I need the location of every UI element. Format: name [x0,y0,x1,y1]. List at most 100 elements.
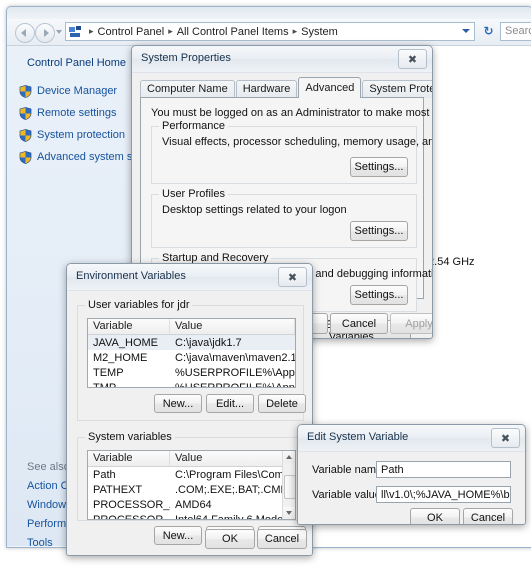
refresh-icon[interactable]: ↻ [481,24,496,39]
breadcrumb-separator-1: ▸ [168,26,173,36]
user-variables-new-button[interactable]: New... [154,394,202,413]
cell-value: AMD64 [175,498,212,511]
table-row[interactable]: JAVA_HOME C:\java\jdk1.7 [88,335,295,350]
table-row[interactable]: M2_HOME C:\java\maven\maven2.1 [88,350,295,365]
cell-value: Intel64 Family 6 Model 23 Stepping 6, ..… [175,513,283,520]
performance-group: Performance Visual effects, processor sc… [151,120,432,184]
cell-variable: Path [93,468,116,481]
search-input[interactable]: Searc [500,22,531,41]
breadcrumb-dropdown-icon[interactable] [462,29,470,33]
user-variables-delete-button[interactable]: Delete [258,394,306,413]
shield-icon [19,150,32,164]
breadcrumb[interactable]: ▸ Control Panel ▸ All Control Panel Item… [65,22,475,41]
shield-icon [19,84,32,98]
cell-variable: TEMP [93,366,124,379]
edit-system-variable-titlebar[interactable]: Edit System Variable ✖ [298,425,525,452]
system-properties-cancel-button[interactable]: Cancel [330,313,388,334]
environment-variables-body: User variables for jdr Variable Value JA… [67,291,312,555]
screen: ▸ Control Panel ▸ All Control Panel Item… [0,0,531,570]
scroll-up-icon[interactable] [283,451,295,463]
cell-variable: M2_HOME [93,351,148,364]
close-icon[interactable]: ✖ [398,49,427,69]
system-properties-titlebar[interactable]: System Properties ✖ [132,46,432,73]
cell-variable: TMP [93,381,117,388]
sidebar-list: Device Manager Remote settings System pr… [19,82,165,170]
cell-value: C:\java\jdk1.7 [175,336,242,349]
variable-name-input[interactable]: Path [376,461,511,478]
cell-value: .COM;.EXE;.BAT;.CMD;.VBS;.VBE;.JS;.... [175,483,283,496]
edit-system-variable-ok-button[interactable]: OK [410,508,460,524]
table-row[interactable]: PROCESSOR_ID... Intel64 Family 6 Model 2… [88,512,295,520]
performance-description: Visual effects, processor scheduling, me… [162,136,432,148]
system-variables-new-button[interactable]: New... [154,526,202,545]
system-variables-legend: System variables [85,431,175,443]
column-header-value: Value [170,451,283,466]
sidebar-title: Control Panel Home [27,57,127,69]
tab-system-protection[interactable]: System Protection [362,80,432,98]
sidebar-item-device-manager[interactable]: Device Manager [19,82,147,100]
close-icon[interactable]: ✖ [491,428,520,448]
cell-variable: JAVA_HOME [93,336,158,349]
system-variables-scrollbar[interactable] [282,451,295,519]
column-header-value: Value [170,319,295,334]
table-row[interactable]: TMP %USERPROFILE%\AppData\Local\Temp [88,380,295,388]
user-profiles-description: Desktop settings related to your logon [162,204,347,216]
performance-settings-button[interactable]: Settings... [350,157,408,177]
forward-arrow-icon [44,29,49,37]
edit-system-variable-dialog: Edit System Variable ✖ Variable name: Pa… [297,424,526,525]
tab-hardware[interactable]: Hardware [235,80,298,98]
column-header-variable: Variable [88,451,170,466]
cell-value: %USERPROFILE%\AppData\Local\Temp [175,381,295,388]
cell-variable: PROCESSOR_AR... [93,498,170,511]
system-properties-title: System Properties [141,52,231,64]
address-bar: ▸ Control Panel ▸ All Control Panel Item… [7,19,531,46]
table-row[interactable]: Path C:\Program Files\Common Files\Micro… [88,467,295,482]
environment-variables-cancel-button[interactable]: Cancel [257,529,307,549]
edit-system-variable-cancel-button[interactable]: Cancel [463,508,513,524]
user-variables-group: User variables for jdr Variable Value JA… [77,299,306,421]
scroll-down-icon[interactable] [283,507,295,519]
scrollbar-thumb[interactable] [284,475,295,499]
system-variables-list[interactable]: Variable Value Path C:\Program Files\Com… [87,450,296,520]
sidebar-item-label: System protection [37,129,126,141]
user-profiles-legend: User Profiles [159,188,228,200]
system-variables-header: Variable Value [88,451,295,467]
startup-recovery-settings-button[interactable]: Settings... [350,285,408,305]
breadcrumb-separator-2: ▸ [292,26,298,36]
user-variables-list[interactable]: Variable Value JAVA_HOME C:\java\jdk1.7 … [87,318,296,388]
shield-icon [19,106,32,120]
variable-value-input[interactable]: ll\v1.0\;%JAVA_HOME%\bin;C:\java\svn\t [376,486,511,503]
sidebar-item-advanced-system-settings[interactable]: Advanced system settings [19,148,165,166]
shield-icon [19,128,32,142]
forward-button[interactable] [35,23,55,43]
system-properties-apply-button[interactable]: Apply [390,313,432,334]
table-row[interactable]: PATHEXT .COM;.EXE;.BAT;.CMD;.VBS;.VBE;.J… [88,482,295,497]
recent-pages-chevron-icon[interactable] [56,30,62,34]
column-header-variable: Variable [88,319,170,334]
sidebar-item-system-protection[interactable]: System protection [19,126,147,144]
breadcrumb-item-all-items[interactable]: All Control Panel Items [177,26,289,38]
close-icon[interactable]: ✖ [278,267,307,287]
breadcrumb-item-system[interactable]: System [301,26,338,38]
tab-computer-name[interactable]: Computer Name [140,80,235,98]
sidebar-item-remote-settings[interactable]: Remote settings [19,104,147,122]
variable-name-label: Variable name: [312,464,386,476]
user-profiles-group: User Profiles Desktop settings related t… [151,188,417,248]
tab-advanced[interactable]: Advanced [298,77,362,98]
system-properties-tabs: Computer Name Hardware Advanced System P… [140,77,432,98]
sidebar-item-label: Remote settings [37,107,117,119]
user-variables-edit-button[interactable]: Edit... [206,394,254,413]
user-variables-legend: User variables for jdr [85,299,193,311]
user-profiles-settings-button[interactable]: Settings... [350,221,408,241]
cell-value: C:\java\maven\maven2.1 [175,351,295,364]
breadcrumb-item-control-panel[interactable]: Control Panel [98,26,165,38]
cell-value: C:\Program Files\Common Files\Micros... [175,468,283,481]
back-button[interactable] [15,23,35,43]
table-row[interactable]: PROCESSOR_AR... AMD64 [88,497,295,512]
environment-variables-ok-button[interactable]: OK [205,529,255,549]
environment-variables-title: Environment Variables [76,270,186,282]
cell-variable: PROCESSOR_ID... [93,513,170,520]
table-row[interactable]: TEMP %USERPROFILE%\AppData\Local\Temp [88,365,295,380]
admin-note: You must be logged on as an Administrato… [151,107,432,119]
environment-variables-titlebar[interactable]: Environment Variables ✖ [67,264,312,291]
